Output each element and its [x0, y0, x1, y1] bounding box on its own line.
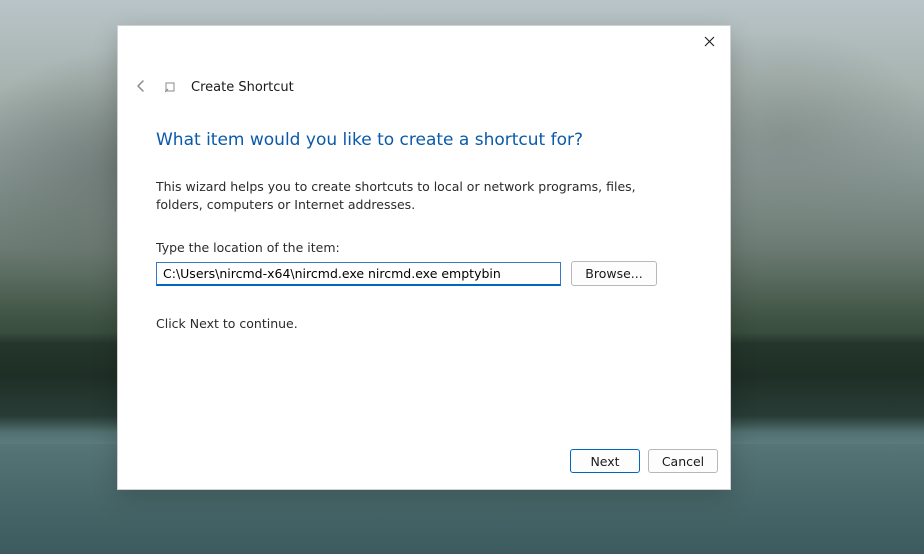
location-row: Browse...	[156, 261, 692, 286]
back-button[interactable]	[129, 75, 153, 99]
continue-text: Click Next to continue.	[156, 316, 692, 331]
description-text: This wizard helps you to create shortcut…	[156, 178, 676, 214]
back-arrow-icon	[134, 78, 148, 97]
next-button[interactable]: Next	[570, 449, 640, 473]
cancel-button[interactable]: Cancel	[648, 449, 718, 473]
location-input[interactable]	[156, 262, 561, 286]
create-shortcut-dialog: Create Shortcut What item would you like…	[117, 25, 731, 490]
close-button[interactable]	[688, 26, 730, 56]
header-row: Create Shortcut	[118, 74, 730, 100]
dialog-title: Create Shortcut	[191, 80, 294, 95]
dialog-content: What item would you like to create a sho…	[118, 100, 730, 443]
dialog-footer: Next Cancel	[118, 443, 730, 489]
page-heading: What item would you like to create a sho…	[156, 130, 692, 150]
browse-button[interactable]: Browse...	[571, 261, 657, 286]
location-label: Type the location of the item:	[156, 240, 692, 255]
close-icon	[704, 32, 715, 51]
shortcut-icon	[163, 79, 179, 95]
titlebar	[118, 26, 730, 64]
